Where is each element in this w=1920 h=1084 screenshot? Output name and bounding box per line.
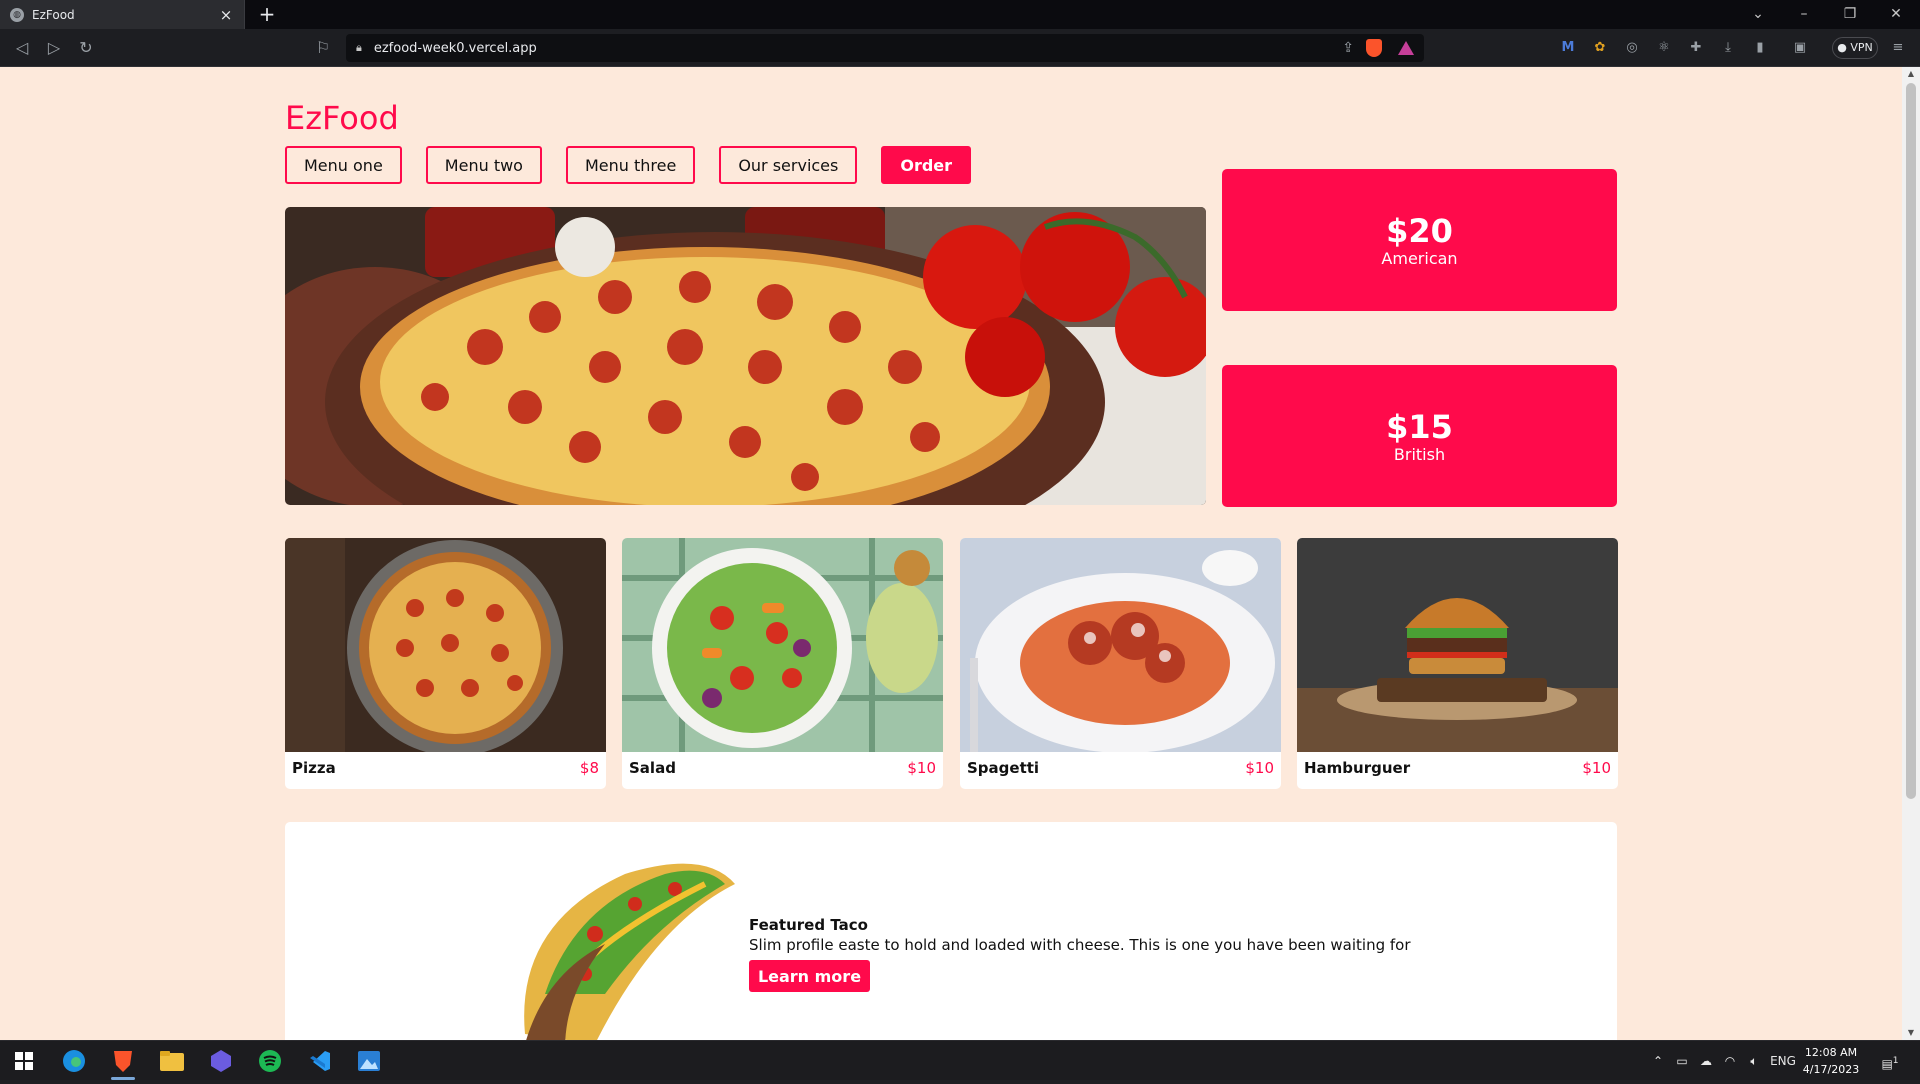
promo-cuisine: British (1393, 444, 1446, 464)
item-price: $10 (1245, 759, 1274, 777)
promo-price: $15 (1386, 407, 1453, 446)
tab-bar: ◍ EzFood × + ⌄ – ❐ ✕ (0, 0, 1920, 29)
brave-shields-icon[interactable] (1366, 39, 1382, 57)
brave-browser-icon[interactable] (103, 1045, 143, 1080)
site-logo[interactable]: EzFood (285, 99, 399, 137)
nav-menu-one[interactable]: Menu one (285, 146, 402, 184)
clock-time: 12:08 AM (1804, 1046, 1858, 1059)
windows-taskbar: ⌃ ▭ ☁ ◠ 🔈︎ ENG 12:08 AM 4/17/2023 ▤1 (0, 1040, 1920, 1080)
tab-search-icon[interactable]: ⌄ (1735, 0, 1781, 29)
restore-button[interactable]: ❐ (1827, 0, 1873, 29)
share-icon[interactable]: ⇪ (1342, 40, 1354, 56)
lock-icon: 🔒︎ (356, 41, 362, 54)
back-icon[interactable]: ◁ (10, 36, 34, 60)
scroll-up-icon[interactable]: ▲ (1902, 67, 1920, 81)
clock-date: 4/17/2023 (1802, 1063, 1860, 1076)
sidebar-icon[interactable]: ▮ (1750, 38, 1770, 58)
wallet-icon[interactable]: ▣ (1790, 38, 1810, 58)
item-name: Hamburguer (1304, 759, 1411, 777)
system-clock[interactable]: 12:08 AM 4/17/2023 (1800, 1044, 1862, 1078)
extensions-puzzle-icon[interactable]: ✚ (1686, 38, 1706, 58)
main-nav: Menu one Menu two Menu three Our service… (285, 146, 972, 184)
featured-title: Featured Taco (749, 916, 868, 934)
notification-icon: ▤ (1881, 1057, 1893, 1071)
app-hex-icon[interactable] (201, 1045, 241, 1077)
wifi-icon[interactable]: ◠ (1720, 1041, 1740, 1081)
item-price: $10 (1582, 759, 1611, 777)
globe-icon: ◍ (10, 7, 24, 22)
item-name: Salad (629, 759, 676, 777)
menu-icon[interactable]: ≡ (1888, 38, 1908, 58)
vpn-label: VPN (1850, 41, 1873, 54)
device-icon[interactable]: ▭ (1672, 1041, 1692, 1081)
onedrive-icon[interactable]: ☁ (1696, 1041, 1716, 1081)
item-price: $8 (579, 759, 599, 777)
volume-icon[interactable]: 🔈︎ (1744, 1041, 1764, 1081)
language-indicator[interactable]: ENG (1768, 1041, 1798, 1081)
featured-section: Featured Taco Slim profile easte to hold… (285, 822, 1617, 1040)
windows-start-icon[interactable] (4, 1045, 44, 1077)
taco-image (524, 863, 735, 1040)
menu-card-spagetti[interactable]: Spagetti $10 (960, 538, 1281, 789)
tab-title: EzFood (32, 7, 75, 22)
page-scrollbar[interactable]: ▲ ▼ (1902, 67, 1920, 1040)
show-hidden-icons[interactable]: ⌃ (1648, 1041, 1668, 1081)
browser-tab[interactable]: ◍ EzFood × (0, 0, 245, 29)
order-button[interactable]: Order (881, 146, 972, 184)
notification-center-icon[interactable]: ▤1 (1872, 1041, 1908, 1081)
nav-menu-three[interactable]: Menu three (565, 146, 696, 184)
promo-price: $20 (1386, 211, 1453, 250)
featured-description: Slim profile easte to hold and loaded wi… (749, 936, 1411, 954)
scroll-down-icon[interactable]: ▼ (1902, 1026, 1920, 1040)
spagetti-image (960, 538, 1281, 752)
menu-card-salad[interactable]: Salad $10 (622, 538, 943, 789)
edge-icon[interactable] (54, 1045, 94, 1077)
react-devtools-icon[interactable]: ⚛ (1654, 38, 1674, 58)
photos-icon[interactable] (349, 1045, 389, 1077)
close-window-button[interactable]: ✕ (1873, 0, 1919, 29)
close-tab-icon[interactable]: × (218, 6, 234, 24)
promo-cuisine: American (1381, 248, 1458, 268)
bookmark-icon[interactable]: ⚐ (311, 36, 335, 60)
item-name: Pizza (292, 759, 336, 777)
extension-m-icon[interactable]: M (1558, 38, 1578, 58)
nav-our-services[interactable]: Our services (719, 146, 858, 184)
vpn-button[interactable]: ● VPN (1832, 37, 1878, 59)
hamburguer-image (1297, 538, 1618, 752)
address-bar[interactable]: 🔒︎ ezfood-week0.vercel.app ⇪ (346, 34, 1424, 62)
learn-more-button[interactable]: Learn more (749, 960, 870, 992)
page-viewport: EzFood Menu one Menu two Menu three Our … (0, 67, 1902, 1040)
color-extension-icon[interactable]: ✿ (1590, 38, 1610, 58)
record-extension-icon[interactable]: ◎ (1622, 38, 1642, 58)
url-text[interactable]: ezfood-week0.vercel.app (374, 41, 1342, 56)
promo-card-american[interactable]: $20 American (1222, 169, 1617, 311)
brave-rewards-icon[interactable] (1398, 41, 1414, 55)
reload-icon[interactable]: ↻ (74, 36, 98, 60)
item-price: $10 (907, 759, 936, 777)
spotify-icon[interactable] (250, 1045, 290, 1077)
forward-icon[interactable]: ▷ (42, 36, 66, 60)
file-explorer-icon[interactable] (152, 1045, 192, 1077)
menu-card-pizza[interactable]: Pizza $8 (285, 538, 606, 789)
vscode-icon[interactable] (300, 1045, 340, 1077)
download-icon[interactable]: ⤓ (1718, 38, 1738, 58)
nav-menu-two[interactable]: Menu two (425, 146, 542, 184)
item-name: Spagetti (967, 759, 1040, 777)
browser-toolbar: ◁ ▷ ↻ ⚐ 🔒︎ ezfood-week0.vercel.app ⇪ M ✿… (0, 29, 1920, 67)
hero-pizza-image (285, 207, 1206, 505)
notification-count: 1 (1892, 1056, 1899, 1066)
minimize-button[interactable]: – (1781, 0, 1827, 29)
promo-card-british[interactable]: $15 British (1222, 365, 1617, 507)
pizza-image (285, 538, 606, 752)
scrollbar-thumb[interactable] (1906, 83, 1916, 799)
salad-image (622, 538, 943, 752)
new-tab-button[interactable]: + (255, 2, 279, 26)
menu-card-hamburguer[interactable]: Hamburguer $10 (1297, 538, 1618, 789)
